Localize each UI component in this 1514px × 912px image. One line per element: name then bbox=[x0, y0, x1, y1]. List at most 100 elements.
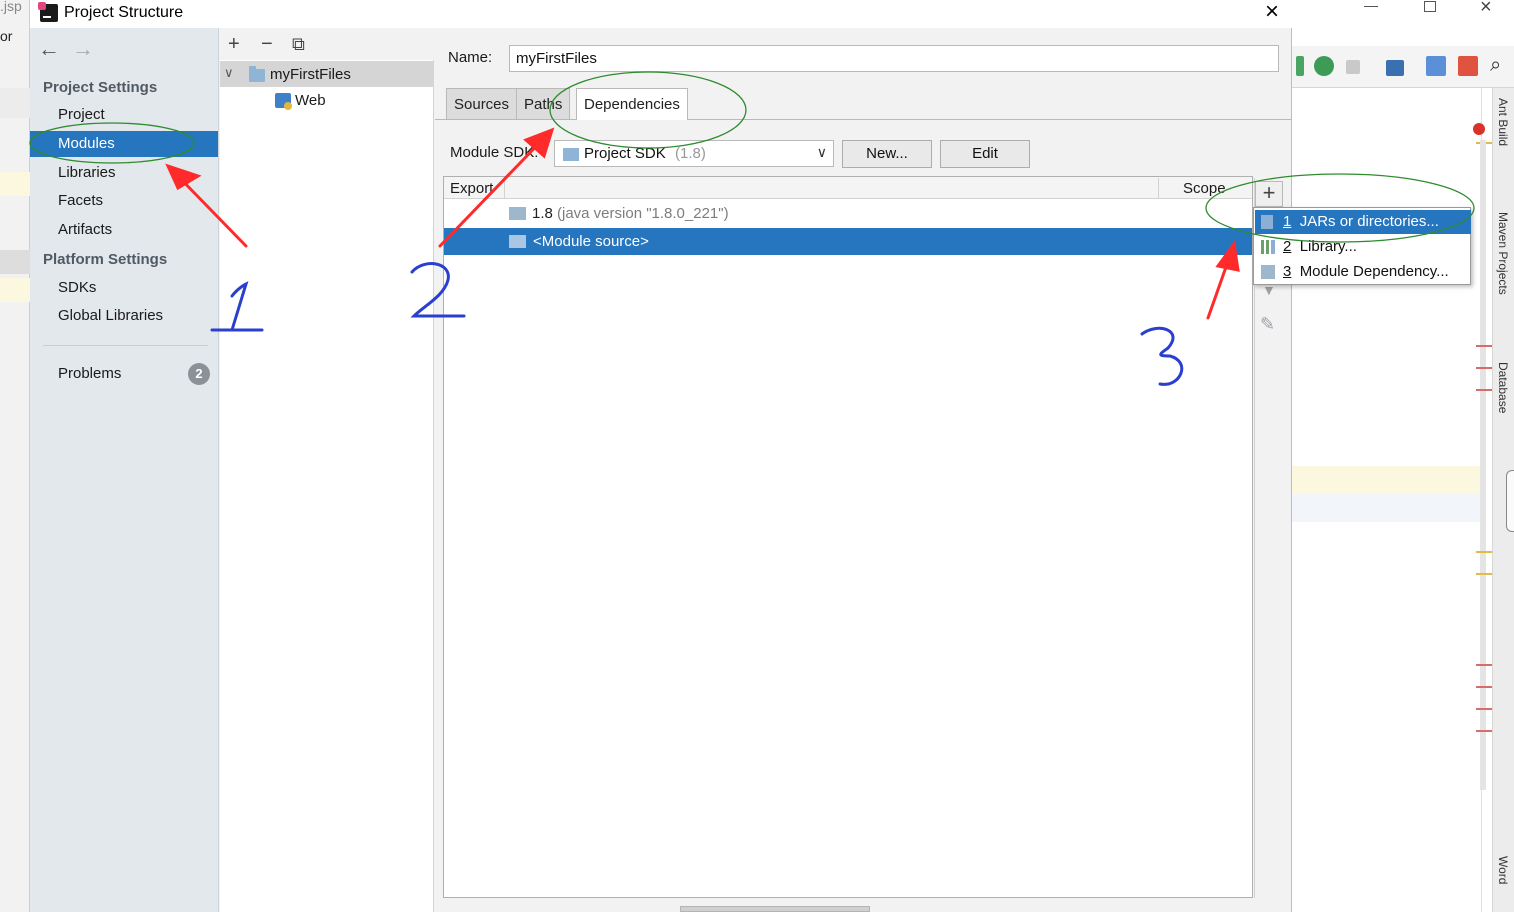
jdk-folder-icon bbox=[509, 207, 526, 220]
dialog-title-bar bbox=[30, 0, 1292, 28]
sdk-version: (1.8) bbox=[675, 145, 706, 162]
module-name-input[interactable] bbox=[509, 45, 1279, 72]
nav-item-facets[interactable]: Facets bbox=[30, 188, 218, 214]
problems-count-badge: 2 bbox=[188, 363, 210, 385]
column-divider[interactable] bbox=[1158, 178, 1159, 198]
module-tree-panel bbox=[220, 28, 434, 912]
tabs-divider bbox=[435, 119, 1291, 120]
nav-item-modules[interactable]: Modules bbox=[30, 131, 218, 157]
background-menu-label: or bbox=[0, 28, 13, 44]
add-dependency-menu: 1 JARs or directories... 2 Library... 3 … bbox=[1253, 207, 1471, 285]
menu-item-library[interactable]: 2 Library... bbox=[1255, 235, 1471, 259]
error-marker bbox=[1476, 730, 1492, 732]
dependency-detail: (java version "1.8.0_221") bbox=[557, 205, 729, 222]
background-ide-left: .jsp or bbox=[0, 0, 30, 912]
error-marker bbox=[1476, 664, 1492, 666]
background-window-bar: × bbox=[1292, 0, 1514, 46]
back-arrow-icon[interactable]: ← bbox=[38, 36, 60, 62]
tool-window-database[interactable]: Database bbox=[1496, 362, 1510, 413]
side-handle[interactable] bbox=[1506, 470, 1514, 532]
menu-item-label: Module Dependency... bbox=[1299, 263, 1449, 280]
intellij-logo-icon bbox=[38, 2, 58, 22]
translate-alt-icon[interactable] bbox=[1458, 56, 1478, 76]
error-marker bbox=[1476, 367, 1492, 369]
chevron-down-icon: ∨ bbox=[816, 144, 827, 160]
sdk-selected-value: Project SDK bbox=[584, 145, 666, 162]
error-marker bbox=[1476, 686, 1492, 688]
horizontal-scrollbar[interactable] bbox=[680, 906, 870, 912]
module-tree-toolbar bbox=[220, 28, 434, 60]
warning-marker bbox=[1476, 573, 1492, 575]
background-highlight bbox=[0, 172, 30, 196]
warning-marker bbox=[1476, 551, 1492, 553]
window-close-icon[interactable]: × bbox=[1480, 0, 1492, 19]
nav-item-artifacts[interactable]: Artifacts bbox=[30, 217, 218, 243]
new-sdk-button[interactable]: New... bbox=[842, 140, 932, 168]
menu-item-jars[interactable]: 1 JARs or directories... bbox=[1255, 210, 1471, 234]
web-facet-badge-icon bbox=[284, 102, 292, 110]
project-structure-icon[interactable] bbox=[1386, 60, 1404, 76]
run-icon[interactable] bbox=[1296, 56, 1304, 76]
stop-icon[interactable] bbox=[1346, 60, 1360, 74]
library-icon bbox=[1261, 240, 1275, 254]
table-header bbox=[444, 177, 1252, 199]
name-label: Name: bbox=[448, 49, 493, 66]
menu-item-module-dependency[interactable]: 3 Module Dependency... bbox=[1255, 260, 1471, 284]
nav-divider bbox=[43, 345, 208, 346]
column-divider[interactable] bbox=[504, 178, 505, 198]
tab-dependencies[interactable]: Dependencies bbox=[576, 88, 688, 120]
nav-item-project[interactable]: Project bbox=[30, 102, 218, 128]
nav-item-libraries[interactable]: Libraries bbox=[30, 160, 218, 186]
minimize-icon[interactable] bbox=[1364, 6, 1378, 7]
menu-item-label: Library... bbox=[1299, 238, 1357, 255]
tree-facet-label[interactable]: Web bbox=[295, 92, 326, 109]
table-row[interactable]: 1.8 (java version "1.8.0_221") bbox=[444, 200, 1252, 227]
module-sdk-label: Module SDK: bbox=[450, 144, 539, 161]
edit-sdk-button[interactable]: Edit bbox=[940, 140, 1030, 168]
column-header-export[interactable]: Export bbox=[450, 180, 493, 197]
copy-module-icon[interactable]: ⧉ bbox=[292, 34, 305, 54]
tree-module-label: myFirstFiles bbox=[270, 66, 351, 83]
background-toolbar bbox=[0, 88, 30, 118]
add-dependency-button[interactable]: + bbox=[1255, 181, 1283, 207]
table-row-selected[interactable]: <Module source> bbox=[444, 228, 1252, 255]
dependency-name: 1.8 bbox=[532, 205, 553, 222]
translate-icon[interactable] bbox=[1426, 56, 1446, 76]
column-header-scope[interactable]: Scope bbox=[1183, 180, 1226, 197]
forward-arrow-icon[interactable]: → bbox=[72, 36, 94, 62]
menu-item-number: 3 bbox=[1283, 263, 1292, 280]
nav-item-global-libraries[interactable]: Global Libraries bbox=[30, 303, 218, 329]
remove-module-icon[interactable]: − bbox=[261, 34, 273, 54]
tool-window-ant-build[interactable]: Ant Build bbox=[1496, 98, 1510, 146]
coverage-icon[interactable] bbox=[1314, 56, 1334, 76]
chevron-down-icon[interactable]: ∨ bbox=[224, 65, 234, 81]
dependency-name: <Module source> bbox=[533, 233, 649, 250]
tool-window-maven-projects[interactable]: Maven Projects bbox=[1496, 212, 1510, 295]
dialog-close-icon[interactable]: × bbox=[1258, 0, 1286, 26]
source-folder-icon bbox=[509, 235, 526, 248]
project-settings-header: Project Settings bbox=[43, 79, 158, 96]
module-folder-icon bbox=[249, 66, 265, 82]
menu-item-number: 2 bbox=[1283, 238, 1292, 255]
menu-item-label: JARs or directories... bbox=[1299, 213, 1439, 230]
add-module-icon[interactable]: + bbox=[228, 34, 240, 54]
error-marker bbox=[1476, 389, 1492, 391]
settings-nav: ← → Project Settings Project Modules Lib… bbox=[30, 28, 219, 912]
platform-settings-header: Platform Settings bbox=[43, 251, 168, 268]
error-marker bbox=[1476, 345, 1492, 347]
tab-paths[interactable]: Paths bbox=[516, 88, 571, 119]
tab-sources[interactable]: Sources bbox=[446, 88, 518, 119]
dialog-title: Project Structure bbox=[64, 4, 184, 21]
background-highlight bbox=[0, 278, 30, 302]
background-tab-label: .jsp bbox=[0, 0, 22, 14]
background-highlight bbox=[1292, 494, 1482, 522]
restore-icon[interactable] bbox=[1424, 1, 1436, 12]
menu-item-number: 1 bbox=[1283, 213, 1292, 230]
scrollbar-track[interactable] bbox=[1480, 140, 1486, 790]
background-highlight bbox=[1292, 466, 1482, 494]
nav-item-sdks[interactable]: SDKs bbox=[30, 275, 218, 301]
module-sdk-select[interactable]: Project SDK (1.8) ∨ bbox=[554, 140, 834, 167]
search-icon[interactable]: ⌕ bbox=[1490, 54, 1501, 77]
pencil-icon[interactable]: ✎ bbox=[1260, 314, 1275, 335]
tool-window-word[interactable]: Word bbox=[1496, 856, 1510, 884]
